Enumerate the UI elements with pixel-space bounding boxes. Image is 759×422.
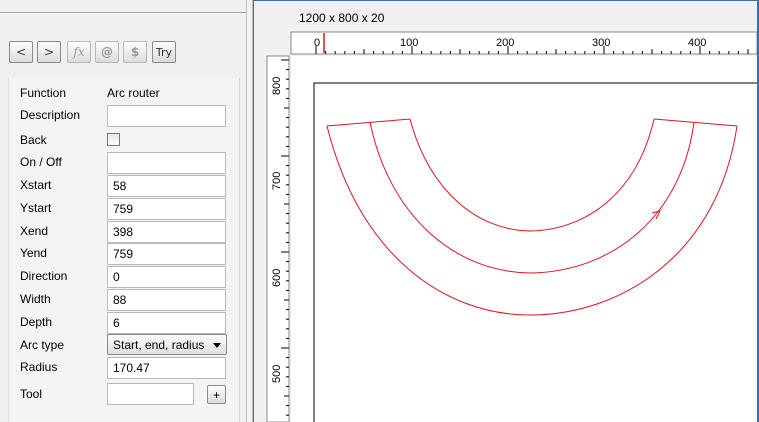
page-area	[291, 56, 757, 422]
function-value: Arc router	[107, 86, 160, 100]
onoff-field[interactable]	[107, 152, 226, 174]
ruler-label: 0	[314, 37, 320, 49]
ruler-label: 400	[688, 37, 706, 49]
ruler-label: 300	[592, 37, 610, 49]
arc-type-value: Start, end, radius	[113, 338, 205, 352]
xstart-label: Xstart	[20, 178, 52, 192]
description-field[interactable]	[107, 105, 226, 127]
ystart-field[interactable]: 759	[107, 198, 226, 220]
ruler-label: 500	[271, 365, 283, 383]
xstart-field[interactable]: 58	[107, 175, 226, 197]
back-checkbox[interactable]	[107, 133, 120, 146]
try-button[interactable]: Try	[152, 41, 176, 63]
description-label: Description	[20, 108, 81, 122]
onoff-label: On / Off	[20, 155, 62, 169]
depth-field[interactable]: 6	[107, 312, 226, 334]
back-button[interactable]: <	[9, 41, 33, 63]
function-label: Function	[20, 86, 67, 100]
forward-button[interactable]: >	[37, 41, 61, 63]
at-icon[interactable]: @	[95, 41, 119, 63]
arc-type-label: Arc type	[20, 338, 65, 352]
tool-label: Tool	[20, 387, 43, 401]
xend-label: Xend	[20, 224, 49, 238]
ystart-label: Ystart	[20, 201, 52, 215]
depth-label: Depth	[20, 315, 53, 329]
radius-label: Radius	[20, 360, 58, 374]
ruler-label: 200	[496, 37, 514, 49]
direction-field[interactable]: 0	[107, 266, 226, 288]
ruler-label: 800	[271, 77, 283, 95]
tool-field[interactable]	[107, 383, 194, 405]
arc-type-select[interactable]: Start, end, radius	[107, 334, 227, 355]
panel-splitter[interactable]	[246, 0, 253, 422]
ruler-label: 700	[271, 172, 283, 190]
direction-label: Direction	[20, 269, 68, 283]
tool-add-button[interactable]: +	[207, 385, 226, 404]
function-icon[interactable]: fx	[67, 41, 91, 63]
radius-field[interactable]: 170.47	[107, 357, 226, 379]
width-label: Width	[20, 292, 51, 306]
back-label: Back	[20, 133, 47, 147]
properties-panel: < > fx @ $ Try Function Arc router Descr…	[0, 0, 253, 422]
chevron-down-icon	[213, 343, 221, 348]
yend-label: Yend	[20, 246, 47, 260]
yend-field[interactable]: 759	[107, 243, 226, 265]
ruler-label: 100	[400, 37, 418, 49]
divider	[0, 13, 246, 14]
ruler-label: 600	[271, 269, 283, 287]
width-field[interactable]: 88	[107, 289, 226, 311]
drawing-canvas[interactable]: 0 100 200 300 400 800 700 600 500	[254, 0, 757, 422]
xend-field[interactable]: 398	[107, 221, 226, 243]
dollar-icon[interactable]: $	[123, 41, 147, 63]
